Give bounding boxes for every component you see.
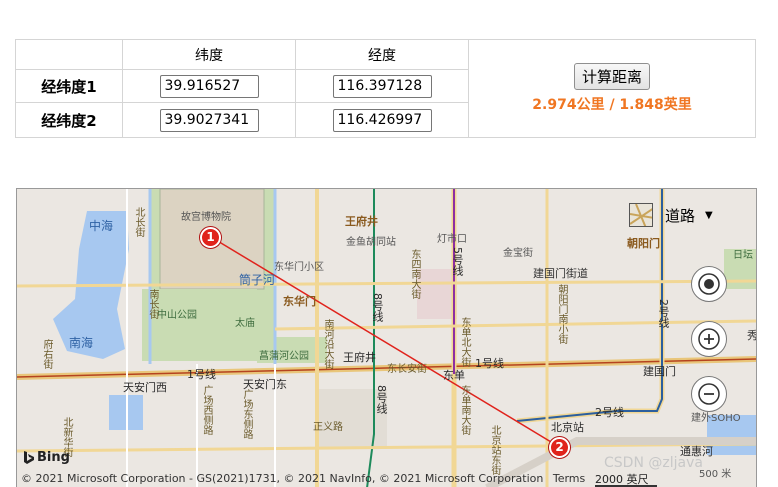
map-view[interactable]: 故宫博物院 中海 南海 中山公园 太庙 筒子河 东华门小区 东华门 王府井 金鱼… [16,188,757,487]
zoom-out-button[interactable] [691,376,727,412]
map-label: 广场东侧路 [241,389,252,439]
map-label: 建国门街道 [533,267,588,280]
map-label: 金宝街 [503,248,533,259]
map-label: 北长街 [133,207,144,237]
map-label: 府右街 [41,339,52,369]
map-label: 中海 [89,219,114,233]
locate-button[interactable] [691,266,727,302]
watermark: CSDN @zljava [604,455,703,471]
lat-cell-2 [122,102,296,138]
map-label: 故宫博物院 [181,212,231,223]
map-label: 2号线 [657,299,670,328]
map-label: 南河沿大街 [322,319,333,369]
map-label: 菖蒲河公园 [259,351,309,362]
map-label: 东长安街 [387,364,427,375]
map-label: 朝阳门南小街 [556,284,567,344]
action-cell: 计算距离 2.974公里 / 1.848英里 [468,39,756,138]
header-longitude: 经度 [295,39,469,70]
map-label: 5号线 [451,247,464,276]
map-label: 东华门小区 [274,262,324,273]
header-latitude: 纬度 [122,39,296,70]
map-marker-2[interactable]: 2 [549,437,570,458]
caret-down-icon: ▼ [705,209,713,221]
map-label: 正义路 [313,422,343,433]
map-label: 2号线 [595,406,624,419]
map-label: 天安门西 [123,381,167,394]
bing-icon [24,450,34,464]
map-label: 王府井 [345,215,378,228]
map-label: 中山公园 [157,310,197,321]
map-label: 8号线 [375,385,388,414]
row-label-1: 经纬度1 [15,69,123,103]
map-label: 南长街 [147,289,158,319]
map-label: 广场西侧路 [201,385,212,435]
longitude-2-input[interactable] [332,108,432,132]
lat-cell-1 [122,69,296,103]
row-label-2: 经纬度2 [15,102,123,138]
map-label: 北京站东街 [489,425,500,475]
map-marker-1[interactable]: 1 [200,227,221,248]
map-label: 灯市口 [437,234,467,245]
longitude-1-input[interactable] [332,74,432,98]
map-label: 东华门 [283,295,316,308]
locate-icon [698,273,720,295]
distance-calculator-table: 纬度 经度 计算距离 2.974公里 / 1.848英里 经纬度1 经纬度2 [15,39,756,138]
map-label: 东单 [443,369,465,382]
block [417,269,457,319]
lng-cell-1 [295,69,469,103]
latitude-1-input[interactable] [159,74,259,98]
map-label: 东单北大街 [459,317,470,367]
distance-result: 2.974公里 / 1.848英里 [532,97,692,113]
lng-cell-2 [295,102,469,138]
latitude-2-input[interactable] [159,108,259,132]
map-label: 建国门 [643,365,676,378]
map-label: 王府井 [343,351,376,364]
map-label: 建外SOHO [691,413,741,424]
map-label: 1号线 [187,368,216,381]
zoom-in-icon [698,328,720,350]
map-label: 1号线 [475,357,504,370]
terms-link[interactable]: Terms [553,472,585,485]
map-label: 筒子河 [239,273,276,287]
copyright-text: © 2021 Microsoft Corporation - GS(2021)1… [21,472,544,485]
map-label: 东单南大街 [459,385,470,435]
map-label: 8号线 [371,293,384,322]
map-type-label: 道路 [665,206,696,225]
map-label: 北京站 [551,421,584,434]
map-label: 太庙 [235,318,255,329]
map-type-selector[interactable]: 道路 ▼ [629,201,729,229]
map-label: 朝阳门 [627,237,660,250]
map-label: 日坛 [733,250,753,261]
map-label: 东四南大街 [409,249,420,299]
map-label: 秀 [747,329,757,342]
road [274,319,756,331]
zoom-out-icon [698,383,720,405]
calculate-distance-button[interactable]: 计算距离 [573,63,650,90]
map-label: 南海 [69,336,94,350]
map-label: 金鱼胡同站 [346,237,396,248]
map-type-icon [629,203,653,227]
bing-logo: Bing [23,450,70,465]
bing-label: Bing [37,450,70,465]
header-empty-cell [15,39,123,70]
zoom-in-button[interactable] [691,321,727,357]
scale-label-small: 500 米 [699,469,732,480]
